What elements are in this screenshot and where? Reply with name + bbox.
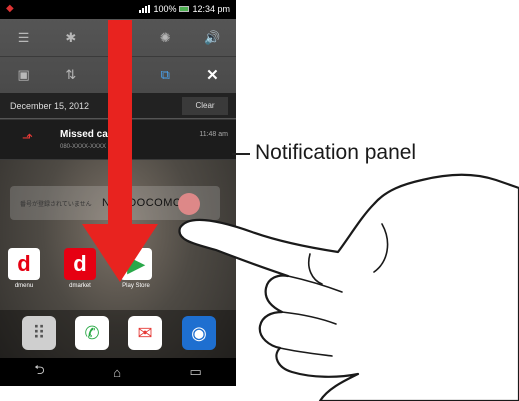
- nfc-icon[interactable]: ▣: [0, 57, 47, 93]
- signal-bars-icon: [139, 5, 151, 13]
- app-dmarket[interactable]: d dmarket: [60, 248, 100, 289]
- home-icon[interactable]: ⌂: [113, 365, 121, 380]
- placeholder-icon: [94, 19, 141, 56]
- app-drawer-icon[interactable]: ⠿: [22, 316, 56, 350]
- notification-header: December 15, 2012 Clear: [0, 93, 236, 119]
- screen-rotate-icon[interactable]: ⧉: [142, 57, 189, 93]
- settings-tools-icon[interactable]: ✕: [189, 57, 236, 93]
- quick-settings-row-2: ▣ ⇅ ⧉ ✕: [0, 56, 236, 93]
- hand-illustration: [178, 173, 519, 401]
- hand-outline: [178, 173, 519, 401]
- brightness-icon[interactable]: ✺: [142, 19, 189, 56]
- bluetooth-icon[interactable]: ✱: [47, 19, 94, 56]
- quick-settings-row-1: ☰ ✱ ✺ 🔊: [0, 19, 236, 56]
- app-label: dmarket: [69, 283, 91, 289]
- notification-time: 11:48 am: [199, 131, 228, 138]
- app-label: dmenu: [14, 283, 34, 289]
- battery-percent: 100%: [153, 4, 177, 14]
- data-icon[interactable]: ⇅: [47, 57, 94, 93]
- battery-icon: [179, 6, 190, 12]
- clear-notifications-button[interactable]: Clear: [182, 97, 228, 115]
- quick-settings-panel: ☰ ✱ ✺ 🔊 ▣ ⇅ ⧉ ✕: [0, 19, 236, 93]
- notification-subtitle: 080-XXXX-XXXX: [60, 144, 107, 150]
- operator-tag: 番号が登録されていません: [20, 202, 92, 208]
- wifi-icon[interactable]: ☰: [0, 19, 47, 56]
- volume-icon[interactable]: 🔊: [189, 19, 236, 56]
- phone-icon[interactable]: ✆: [75, 316, 109, 350]
- back-icon[interactable]: ⮌: [34, 361, 44, 383]
- dmarket-icon: d: [64, 248, 96, 280]
- app-label: Play Store: [122, 283, 150, 289]
- docomo-icon: ◆: [6, 3, 14, 14]
- app-play-store[interactable]: ▶ Play Store: [116, 248, 156, 289]
- status-bar: ◆ 100% 12:34 pm: [0, 0, 236, 19]
- notification-date: December 15, 2012: [10, 101, 90, 111]
- email-icon[interactable]: ✉: [128, 316, 162, 350]
- placeholder-icon: [94, 57, 141, 93]
- dmenu-icon: d: [8, 248, 40, 280]
- status-time: 12:34 pm: [192, 4, 230, 14]
- play-store-icon: ▶: [120, 248, 152, 280]
- status-right-group: 100% 12:34 pm: [139, 4, 230, 14]
- missed-call-icon: ⬏: [22, 130, 33, 145]
- notification-title: Missed cal: [60, 129, 111, 140]
- app-dmenu[interactable]: d dmenu: [4, 248, 44, 289]
